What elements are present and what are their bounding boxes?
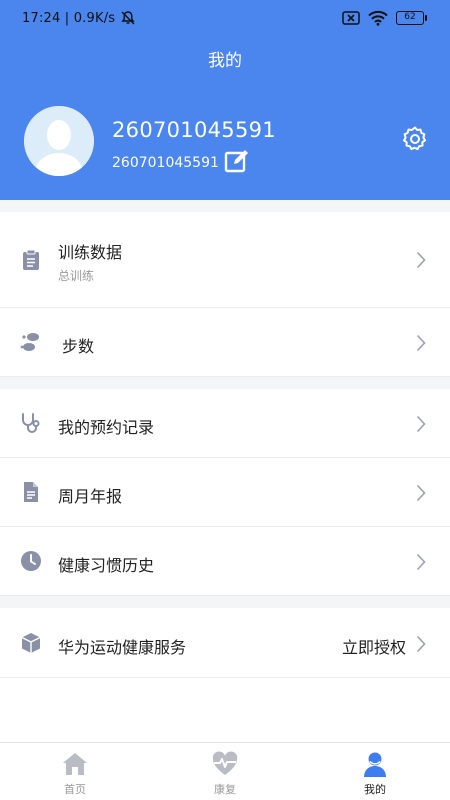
cube-icon: [21, 633, 41, 653]
stethoscope-icon: [22, 413, 40, 433]
home-icon: [63, 753, 87, 775]
status-bar: 17:24 | 0.9K/s 62: [0, 0, 450, 36]
user-id: 260701045591: [112, 155, 219, 171]
menu-item-appointments[interactable]: 我的预约记录: [0, 389, 450, 458]
chevron-right-icon: [416, 415, 426, 433]
menu-item-label: 华为运动健康服务: [58, 640, 187, 657]
page-title: 我的: [208, 51, 242, 70]
user-icon: [364, 752, 386, 777]
tab-label: 首页: [64, 784, 86, 796]
authorize-link[interactable]: 立即授权: [342, 634, 406, 658]
section-divider: [0, 200, 450, 212]
document-icon: [24, 482, 38, 502]
menu-item-label: 周月年报: [58, 489, 123, 506]
menu-item-subtitle: 总训练: [58, 269, 95, 283]
chevron-right-icon: [416, 251, 426, 269]
chevron-right-icon: [416, 635, 426, 653]
status-time: 17:24 | 0.9K/s: [22, 11, 116, 26]
menu-item-huawei-health[interactable]: 华为运动健康服务 立即授权: [0, 608, 450, 678]
chevron-right-icon: [416, 484, 426, 502]
no-sim-icon: [342, 11, 360, 25]
menu-item-label: 步数: [62, 339, 95, 356]
bottom-tab-bar: 首页 康复 我的: [0, 742, 450, 800]
chevron-right-icon: [416, 553, 426, 571]
default-avatar-icon: [24, 106, 94, 176]
chevron-right-icon: [416, 334, 426, 352]
heart-pulse-icon: [212, 751, 238, 775]
edit-icon[interactable]: [224, 148, 250, 174]
menu-item-habit-history[interactable]: 健康习惯历史: [0, 527, 450, 596]
menu-item-label: 训练数据: [58, 245, 123, 262]
menu-item-training-data[interactable]: 训练数据 总训练: [0, 212, 450, 308]
avatar[interactable]: [24, 106, 94, 176]
gear-icon[interactable]: [401, 125, 429, 153]
profile-header: 17:24 | 0.9K/s 62 我的 260701045591 260701…: [0, 0, 450, 200]
tab-rehab[interactable]: 康复: [150, 743, 300, 800]
menu-item-reports[interactable]: 周月年报: [0, 458, 450, 527]
tab-label: 我的: [364, 784, 386, 796]
battery-indicator: 62: [396, 11, 427, 25]
bell-off-icon: [121, 11, 135, 25]
user-name: 260701045591: [112, 118, 276, 142]
tab-mine[interactable]: 我的: [300, 743, 450, 800]
tab-home[interactable]: 首页: [0, 743, 150, 800]
clipboard-icon: [23, 249, 39, 270]
section-divider: [0, 596, 450, 608]
clock-icon: [21, 551, 41, 571]
footprints-icon: [20, 333, 39, 351]
section-divider: [0, 377, 450, 389]
menu-item-label: 健康习惯历史: [58, 558, 155, 575]
wifi-icon: [368, 10, 388, 26]
menu-item-label: 我的预约记录: [58, 420, 155, 437]
menu-item-steps[interactable]: 步数: [0, 308, 450, 377]
tab-label: 康复: [214, 784, 236, 796]
